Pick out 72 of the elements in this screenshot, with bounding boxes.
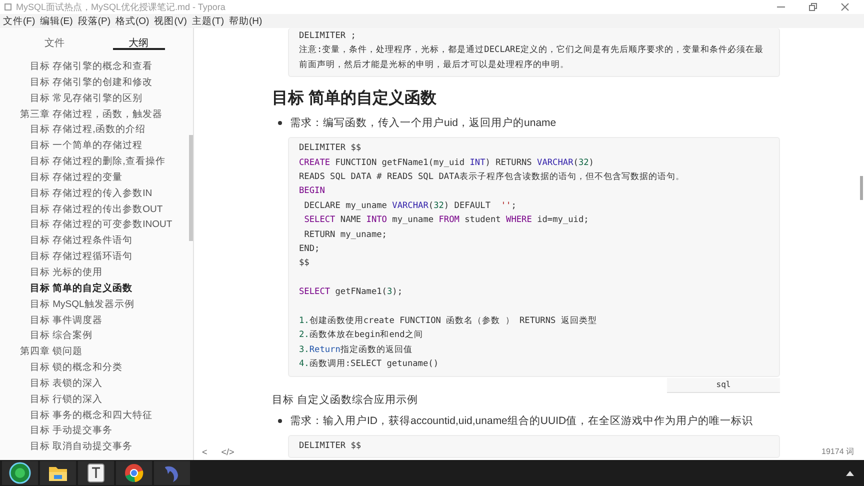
code-line: DELIMITER $$	[299, 142, 362, 156]
outline-item[interactable]: 目标 行锁的深入	[0, 392, 193, 408]
outline-item[interactable]: 目标 手动提交事务	[0, 423, 193, 440]
app-icon	[4, 3, 12, 11]
code-line: DECLARE my_uname VARCHAR(32) DEFAULT '';	[303, 200, 518, 213]
outline-item[interactable]: 目标 存储过程循环语句	[0, 249, 193, 265]
menu-item[interactable]: 视图(V)	[154, 14, 187, 28]
code-line: END;	[299, 243, 321, 256]
sidebar-tab[interactable]: 大纲	[112, 36, 164, 50]
close-icon[interactable]	[840, 2, 850, 12]
outline-item[interactable]: 目标 常见存储引擎的区别	[0, 90, 193, 107]
scrollbar-thumb[interactable]	[189, 135, 193, 241]
code-line: READS SQL DATA # READS SQL DATA表示子程序包含读数据的语句，但不包含写数据的语句。	[299, 170, 686, 184]
tray-arrow-icon[interactable]	[846, 470, 854, 476]
section-heading: 目标 简单的自定义函数	[272, 88, 438, 110]
menu-item[interactable]: 主题(T)	[192, 14, 224, 28]
chrome-icon[interactable]	[116, 461, 152, 485]
menu-item[interactable]: 帮助(H)	[229, 14, 262, 28]
outline-item[interactable]: 第三章 存储过程，函数，触发器	[0, 106, 193, 122]
code-line: CREATE FUNCTION getFName1(my_uid INT) RETURNS VARCHAR(32)	[299, 156, 595, 170]
code-line: 3.Return指定函数的返回值	[299, 344, 414, 357]
outline-item[interactable]: 目标 存储引擎的概念和查看	[0, 59, 193, 75]
start-button[interactable]	[2, 461, 38, 485]
outline-item[interactable]: 第四章 锁问题	[0, 344, 193, 360]
outline-item[interactable]: 目标 事务的概念和四大特征	[0, 408, 193, 424]
code-line: RETURN my_uname;	[303, 228, 388, 242]
outline-item[interactable]: 目标 简单的自定义函数	[0, 280, 193, 297]
outline-item[interactable]: 目标 存储过程条件语句	[0, 233, 193, 250]
code-line: DELIMITER ;	[299, 30, 357, 43]
menu-item[interactable]: 编辑(E)	[40, 14, 73, 28]
outline-item[interactable]: 目标 存储过程的变量	[0, 170, 193, 186]
outline-item[interactable]: 目标 表锁的深入	[0, 376, 193, 392]
bullet-icon	[278, 121, 282, 126]
paragraph-text: 目标 自定义函数综合应用示例	[272, 392, 419, 407]
code-line: 注意:变量，条件，处理程序，光标，都是通过DECLARE定义的，它们之间是有先后顺序要求的，变量和条件必须在最前面声明，然后才能是光标的申明，最后才可以是处理程序的申明。	[299, 44, 764, 72]
outline-item[interactable]: 目标 MySQL触发器示例	[0, 296, 193, 312]
code-line: SELECT NAME INTO my_uname FROM student WHERE id=my_uid;	[303, 214, 590, 228]
window-title: MySQL面试热点，MySQL优化授课笔记.md - Typora	[16, 0, 226, 14]
restore-icon[interactable]	[808, 2, 818, 12]
code-line: 2.函数体放在begin和end之间	[299, 328, 424, 342]
code-line: SELECT getFName1(3);	[299, 286, 404, 300]
outline-item[interactable]: 目标 一个简单的存储过程	[0, 138, 193, 154]
bullet-icon	[278, 418, 282, 423]
status-button[interactable]: <	[202, 446, 208, 456]
code-line: DELIMITER $$	[299, 440, 362, 453]
list-item-text: 需求：编写函数，传入一个用户uid，返回用户的uname	[290, 116, 556, 130]
word-count[interactable]: 19174 词	[822, 446, 854, 457]
outline-item[interactable]: 目标 取消自动提交事务	[0, 439, 193, 456]
code-line: 1.创建函数使用create FUNCTION 函数名（参数 ） RETURNS 返回类型	[299, 315, 598, 328]
menu-item[interactable]: 文件(F)	[3, 14, 36, 28]
outline-item[interactable]: 目标 锁的概念和分类	[0, 360, 193, 376]
code-line: 4.函数调用:SELECT getuname()	[299, 358, 440, 372]
folder-icon[interactable]	[40, 461, 76, 485]
menu-item[interactable]: 格式(O)	[115, 14, 150, 28]
list-item-text: 需求：输入用户ID，获得accountid,uid,uname组合的UUID值，在全区游戏中作为用户的唯一标识	[290, 414, 754, 428]
outline-item[interactable]: 目标 综合案例	[0, 328, 193, 344]
language-label[interactable]: sql	[667, 378, 780, 393]
outline-item[interactable]: 目标 存储引擎的创建和修改	[0, 74, 193, 91]
menu-item[interactable]: 段落(P)	[78, 14, 110, 28]
outline-item[interactable]: 目标 光标的使用	[0, 264, 193, 281]
outline-item[interactable]: 目标 存储过程的删除,查看操作	[0, 154, 193, 170]
scrollbar-thumb[interactable]	[860, 176, 863, 200]
code-line: $$	[299, 257, 310, 270]
typora-app-icon[interactable]	[78, 461, 114, 485]
outline-item[interactable]: 目标 存储过程的可变参数INOUT	[0, 217, 193, 234]
code-line: BEGIN	[299, 185, 326, 198]
outline-item[interactable]: 目标 存储过程的传出参数OUT	[0, 202, 193, 218]
outline-item[interactable]: 目标 存储过程,函数的介绍	[0, 122, 193, 138]
sidebar-tab[interactable]: 文件	[28, 36, 80, 50]
outline-item[interactable]: 目标 事件调度器	[0, 312, 193, 328]
status-button[interactable]: </>	[221, 446, 234, 456]
outline-item[interactable]: 目标 存储过程的传入参数IN	[0, 186, 193, 202]
